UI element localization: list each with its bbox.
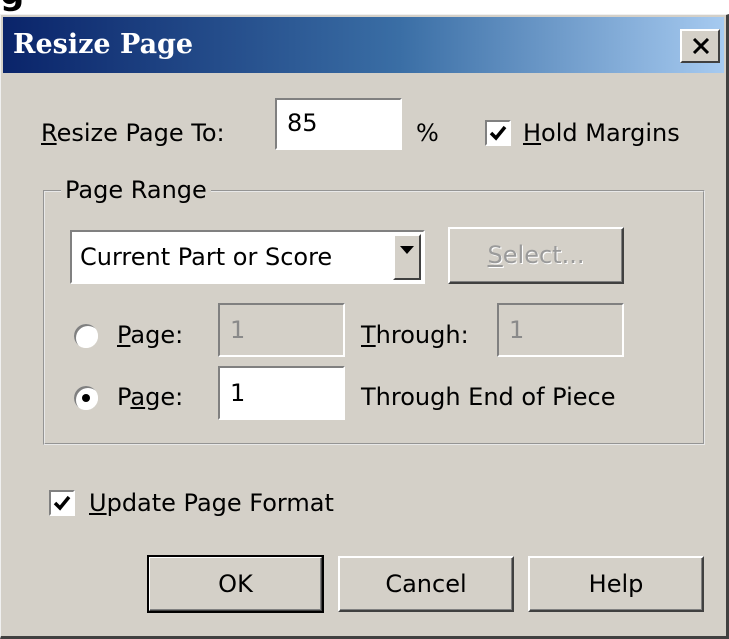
page-scope-dropdown[interactable]: Current Part or Score: [70, 230, 425, 284]
page-to-input[interactable]: 1: [497, 303, 624, 357]
page-start-label-rest: ge:: [145, 383, 184, 411]
page-range-radio[interactable]: [74, 324, 98, 348]
cancel-button[interactable]: Cancel: [338, 556, 514, 612]
checkmark-icon: [53, 495, 71, 511]
page-from-input[interactable]: 1: [218, 303, 345, 357]
page-start-input[interactable]: 1: [218, 366, 345, 420]
percent-unit-label: %: [416, 119, 439, 147]
through-end-label: Through End of Piece: [361, 383, 616, 411]
dialog-title: Resize Page: [13, 29, 194, 60]
title-bar[interactable]: Resize Page: [3, 17, 724, 73]
page-start-label-p: P: [117, 383, 131, 411]
mnemonic-t: T: [361, 321, 376, 349]
mnemonic-a: a: [130, 383, 146, 411]
background-glyph-fragment: g: [0, 0, 80, 14]
update-page-format-label-rest: pdate Page Format: [106, 489, 334, 517]
through-label: Through:: [361, 320, 469, 350]
update-page-format-label[interactable]: Update Page Format: [89, 488, 334, 518]
resize-page-dialog: Resize Page Resize Page To: 85 % Hold Ma…: [0, 14, 729, 639]
mnemonic-p: P: [117, 321, 131, 349]
checkmark-icon: [489, 125, 507, 141]
page-to-end-radio[interactable]: [74, 386, 98, 410]
page-from-label-rest: age:: [130, 321, 184, 349]
through-label-rest: hrough:: [375, 321, 469, 349]
hold-margins-checkbox[interactable]: [485, 120, 511, 146]
page-start-label: Page:: [117, 382, 183, 412]
select-button[interactable]: Select...: [448, 227, 624, 284]
resize-page-to-label-rest: esize Page To:: [56, 119, 225, 147]
page-from-label: Page:: [117, 320, 183, 350]
hold-margins-label[interactable]: Hold Margins: [523, 118, 680, 148]
close-icon: [692, 38, 710, 54]
help-button[interactable]: Help: [528, 556, 704, 612]
update-page-format-checkbox[interactable]: [49, 490, 75, 516]
page-range-legend: Page Range: [61, 175, 211, 205]
page-scope-selected: Current Part or Score: [80, 243, 333, 271]
ok-button[interactable]: OK: [147, 555, 324, 613]
dropdown-arrow-button[interactable]: [393, 234, 421, 280]
select-button-rest: elect...: [502, 241, 585, 269]
hold-margins-label-rest: old Margins: [541, 119, 680, 147]
mnemonic-r: R: [41, 119, 57, 147]
mnemonic-s: S: [487, 241, 503, 269]
close-button[interactable]: [680, 29, 720, 63]
resize-percent-input[interactable]: 85: [275, 98, 402, 150]
resize-page-to-label: Resize Page To:: [41, 118, 225, 148]
mnemonic-h: H: [523, 119, 542, 147]
chevron-down-icon: [400, 246, 414, 254]
mnemonic-u: U: [89, 489, 107, 517]
